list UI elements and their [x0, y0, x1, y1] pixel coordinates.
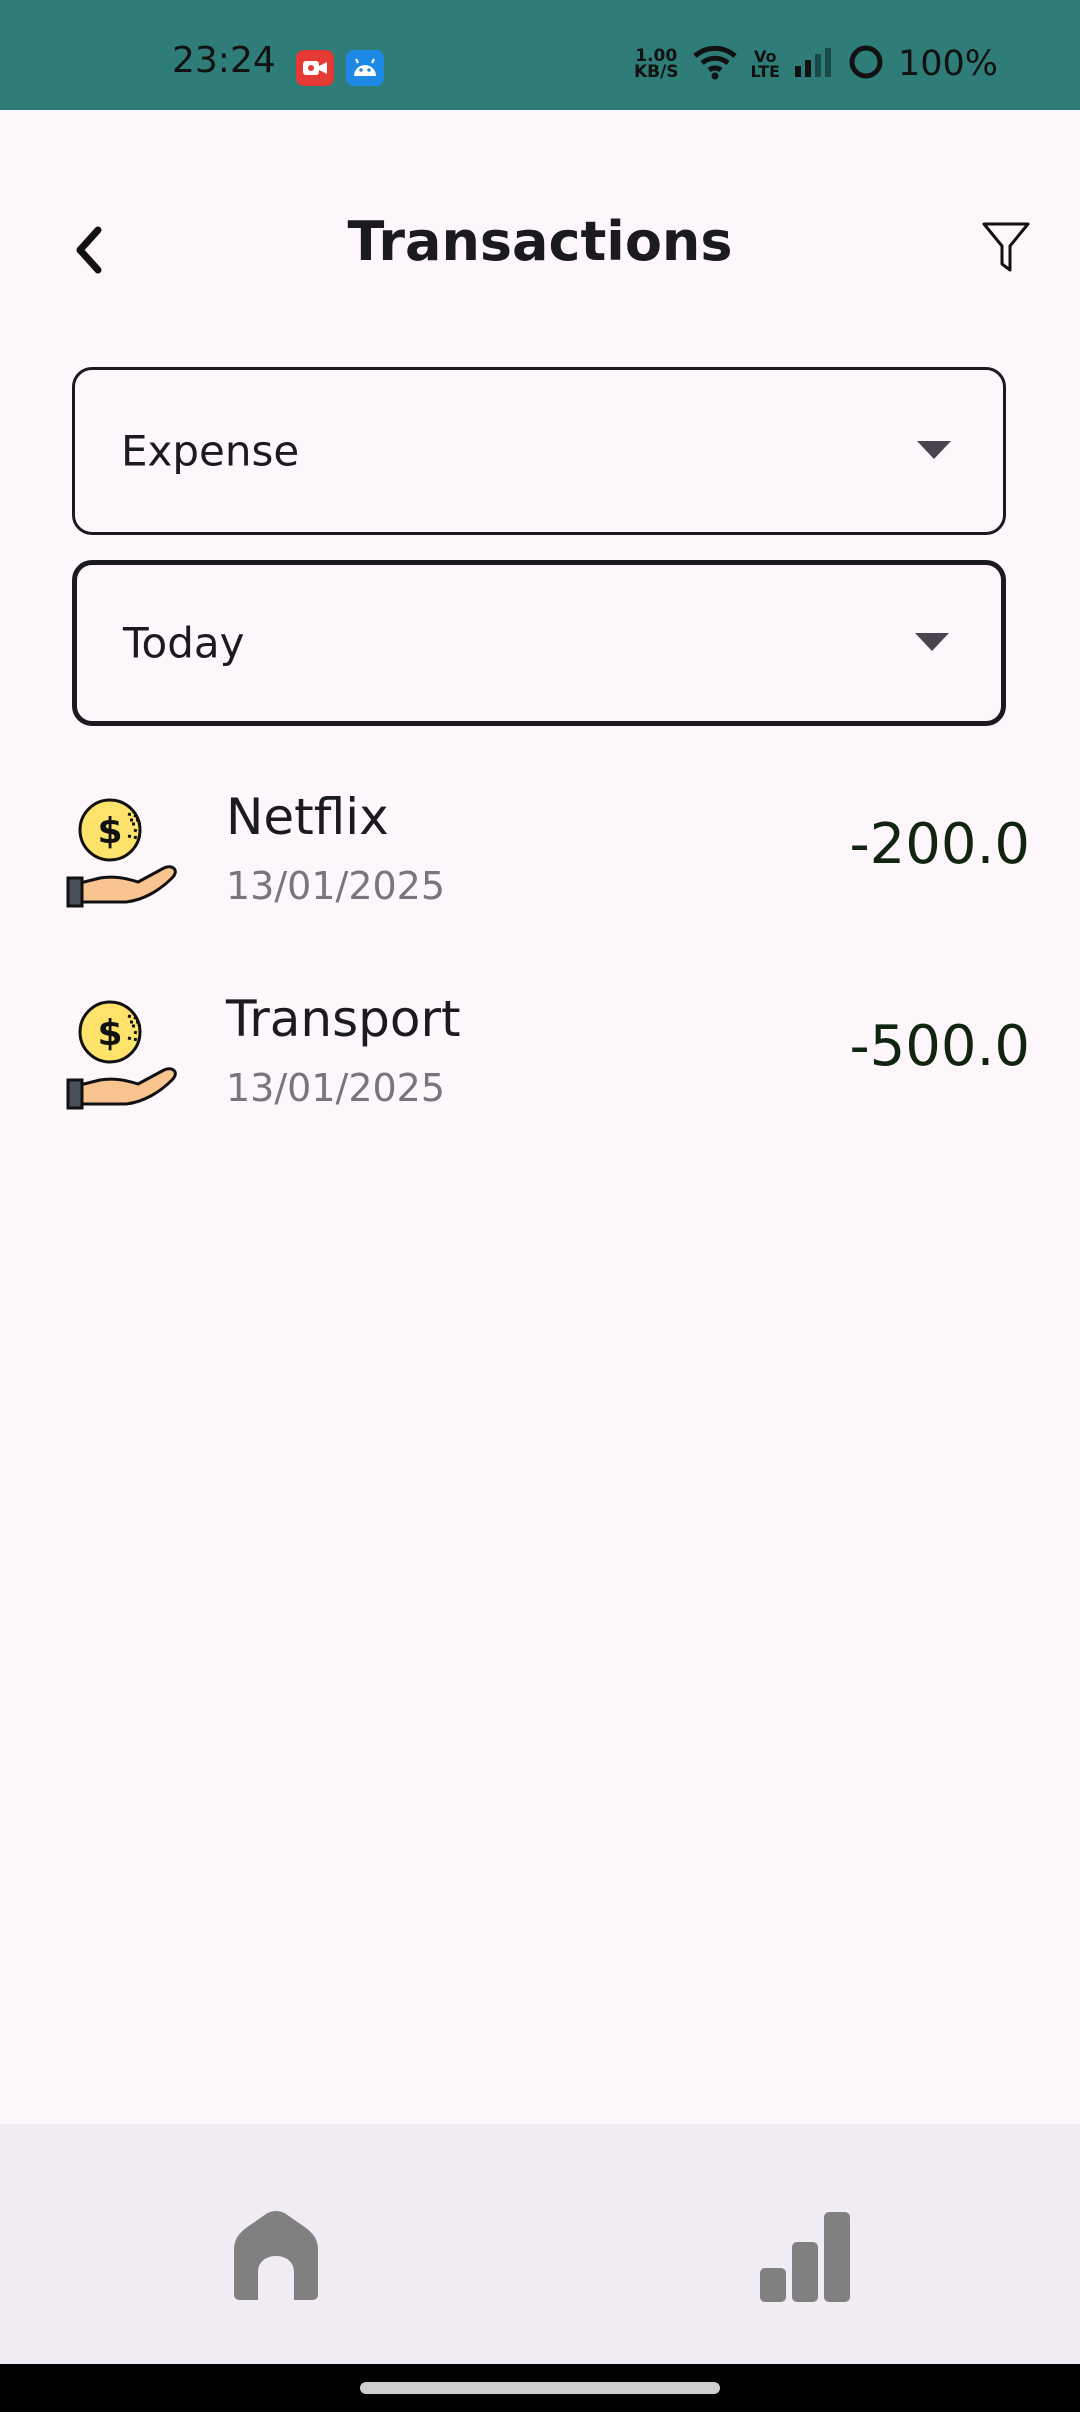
status-indicators: 1.00 KB/S Vo LTE 100%: [634, 44, 998, 84]
bottom-navigation: [0, 2124, 1080, 2364]
volte-bottom-label: LTE: [750, 62, 780, 81]
status-time: 23:24: [172, 40, 276, 81]
transaction-name: Transport: [226, 990, 461, 1048]
transaction-amount: -500.0: [849, 1014, 1030, 1079]
network-speed: 1.00 KB/S: [633, 48, 679, 82]
page-title: Transactions: [347, 210, 733, 273]
transaction-date: 13/01/2025: [226, 864, 446, 908]
battery-icon: [848, 44, 884, 84]
screen-record-icon: [296, 50, 334, 86]
battery-percentage: 100%: [897, 44, 998, 84]
filter-button[interactable]: [970, 208, 1042, 288]
transaction-name: Netflix: [226, 788, 389, 846]
caret-down-icon: [917, 441, 951, 459]
home-icon: [234, 2211, 318, 2300]
svg-text:$: $: [97, 1013, 122, 1054]
transaction-type-dropdown[interactable]: Expense: [72, 367, 1006, 535]
stats-icon: [760, 2212, 850, 2302]
wifi-icon: [692, 44, 737, 84]
transaction-amount: -200.0: [849, 812, 1030, 877]
transaction-row[interactable]: $ Netflix 13/01/2025 -200.0: [0, 788, 1080, 968]
time-period-value: Today: [123, 618, 245, 668]
app-header: Transactions: [0, 110, 1080, 370]
gesture-handle[interactable]: [360, 2382, 720, 2394]
transaction-type-value: Expense: [121, 426, 300, 476]
network-speed-unit: KB/S: [633, 62, 679, 82]
coin-hand-icon: $: [66, 996, 182, 1112]
volte-indicator: Vo LTE: [750, 49, 780, 81]
filter-icon: [982, 222, 1030, 272]
transaction-row[interactable]: $ Transport 13/01/2025 -500.0: [0, 990, 1080, 1170]
signal-icon: [794, 46, 834, 82]
svg-text:$: $: [97, 811, 122, 852]
time-period-dropdown[interactable]: Today: [72, 560, 1006, 726]
transaction-date: 13/01/2025: [226, 1066, 446, 1110]
gesture-navigation-bar: [0, 2364, 1080, 2412]
android-icon: [346, 50, 384, 86]
coin-hand-icon: $: [66, 794, 182, 910]
nav-stats-button[interactable]: [754, 2206, 854, 2306]
caret-down-icon: [915, 633, 949, 651]
status-bar: 23:24 1.00 KB/S Vo LTE 100%: [0, 0, 1080, 110]
nav-home-button[interactable]: [226, 2206, 326, 2306]
